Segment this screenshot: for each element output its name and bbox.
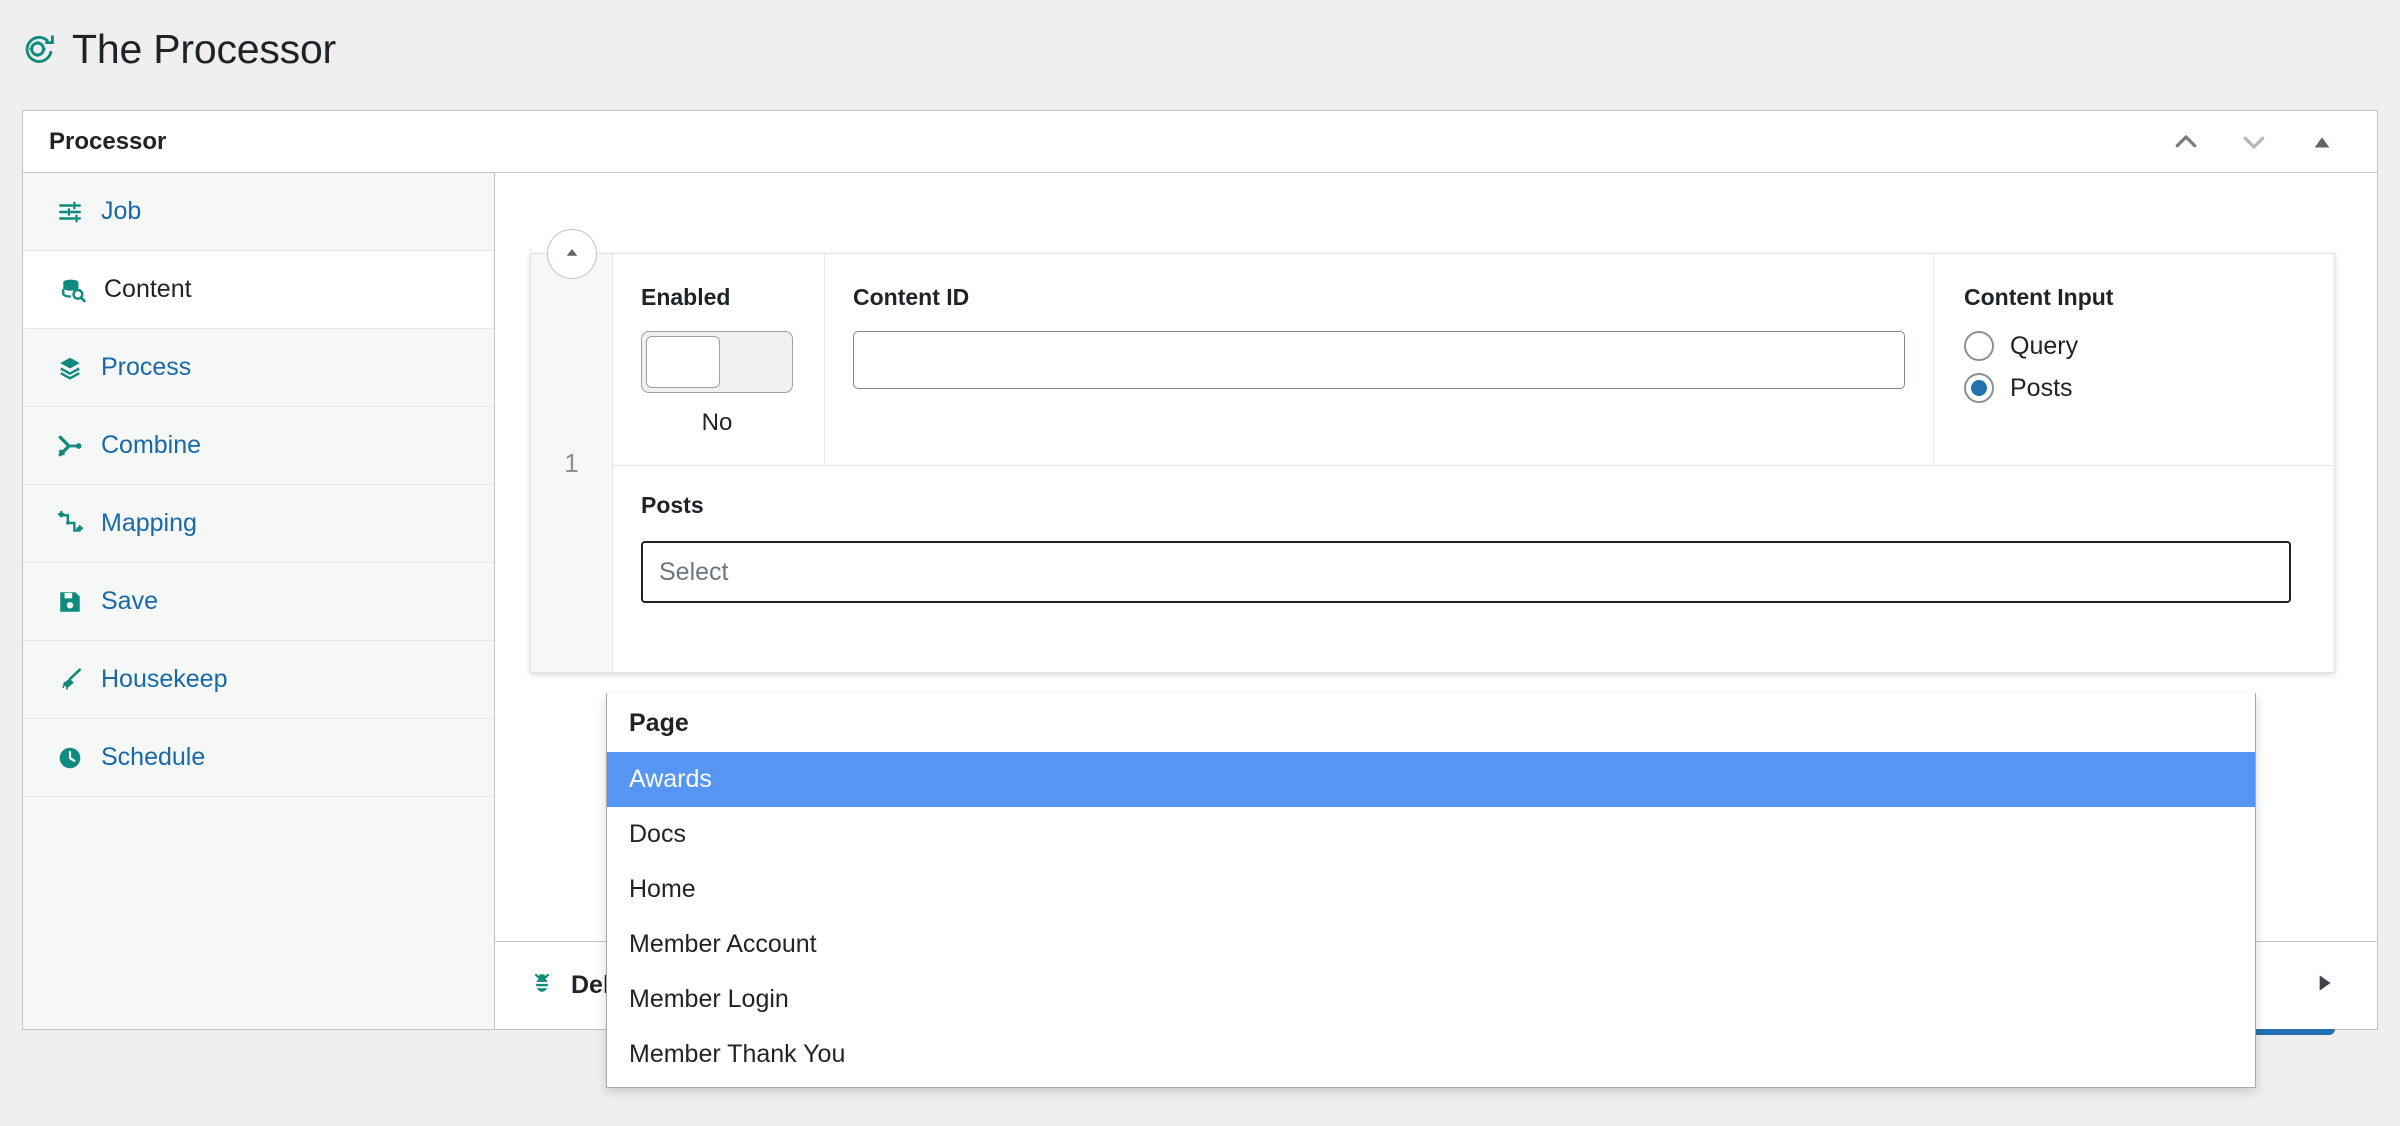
sidebar-item-label: Process xyxy=(101,353,192,381)
sidebar-item-job[interactable]: Job xyxy=(23,173,494,251)
radio-option-query[interactable]: Query xyxy=(1964,331,2306,361)
floppy-icon xyxy=(57,589,83,615)
row-collapse-button[interactable] xyxy=(546,229,597,279)
sidebar-item-mapping[interactable]: Mapping xyxy=(23,485,494,563)
panel-title: Processor xyxy=(49,127,167,155)
sidebar-item-process[interactable]: Process xyxy=(23,329,494,407)
merge-icon xyxy=(57,433,83,459)
radio-circle-selected xyxy=(1964,373,1994,403)
sidebar-item-label: Mapping xyxy=(101,509,197,537)
dropdown-option-docs[interactable]: Docs xyxy=(607,807,2255,862)
enabled-state-text: No xyxy=(701,409,733,436)
triangle-up-icon xyxy=(563,243,581,266)
database-search-icon xyxy=(60,277,86,303)
content-row-card: 1 Enabled No Content ID Content Input Qu… xyxy=(530,229,2335,673)
posts-select-input[interactable] xyxy=(641,541,2291,603)
posts-dropdown-list[interactable]: Page Awards Docs Home Member Account Mem… xyxy=(606,693,2256,1088)
content-input-label: Content Input xyxy=(1964,284,2114,310)
row-number: 1 xyxy=(564,447,579,478)
sliders-icon xyxy=(57,199,83,225)
dropdown-option-member-account[interactable]: Member Account xyxy=(607,917,2255,972)
content-id-field: Content ID xyxy=(825,254,1934,465)
layers-icon xyxy=(57,355,83,381)
sidebar-item-housekeep[interactable]: Housekeep xyxy=(23,641,494,719)
dropdown-option-home[interactable]: Home xyxy=(607,862,2255,917)
debug-toggle-button[interactable] xyxy=(2311,970,2343,1001)
toggle-panel-icon[interactable] xyxy=(2305,125,2339,159)
sidebar-item-label: Job xyxy=(101,197,142,225)
radio-circle xyxy=(1964,331,1994,361)
content-input-field: Content Input Query Posts xyxy=(1934,254,2334,465)
sidebar-spacer xyxy=(23,797,494,1027)
panel-header: Processor xyxy=(23,111,2377,173)
bug-icon xyxy=(529,970,555,1001)
posts-label: Posts xyxy=(641,492,704,518)
posts-field: Posts xyxy=(613,466,2334,643)
radio-label: Query xyxy=(2010,331,2079,360)
sidebar: Job Content Process Combine Mapping Save… xyxy=(23,173,495,1029)
row-fields: Enabled No Content ID Content Input Quer… xyxy=(613,254,2334,672)
posts-combobox xyxy=(641,541,2291,603)
sidebar-item-label: Combine xyxy=(101,431,202,459)
sidebar-item-schedule[interactable]: Schedule xyxy=(23,719,494,797)
row-fields-top: Enabled No Content ID Content Input Quer… xyxy=(613,254,2334,466)
sidebar-item-label: Save xyxy=(101,587,158,615)
dropdown-option-member-thank-you[interactable]: Member Thank You xyxy=(607,1027,2255,1082)
dropdown-option-member-login[interactable]: Member Login xyxy=(607,972,2255,1027)
radio-option-posts[interactable]: Posts xyxy=(1964,373,2306,403)
broom-icon xyxy=(57,667,83,693)
sidebar-item-content[interactable]: Content xyxy=(23,251,494,329)
expand-down-icon[interactable] xyxy=(2237,125,2271,159)
sidebar-item-label: Schedule xyxy=(101,743,206,771)
dropdown-group-label: Page xyxy=(629,709,689,737)
panel-header-tools xyxy=(2169,125,2351,159)
collapse-up-icon[interactable] xyxy=(2169,125,2203,159)
enabled-field: Enabled No xyxy=(613,254,825,465)
sidebar-item-save[interactable]: Save xyxy=(23,563,494,641)
enabled-label: Enabled xyxy=(641,284,731,310)
page-header: The Processor xyxy=(0,0,2400,80)
gear-refresh-icon xyxy=(22,32,56,66)
sidebar-item-label: Content xyxy=(104,275,192,303)
sidebar-item-combine[interactable]: Combine xyxy=(23,407,494,485)
content-id-label: Content ID xyxy=(853,284,970,310)
clock-icon xyxy=(57,745,83,771)
radio-label: Posts xyxy=(2010,373,2073,402)
enabled-toggle[interactable] xyxy=(641,331,793,393)
row-gutter: 1 xyxy=(531,229,613,672)
dropdown-option-awards[interactable]: Awards xyxy=(607,752,2255,807)
mapping-icon xyxy=(57,510,83,537)
sidebar-item-label: Housekeep xyxy=(101,665,228,693)
page-title: The Processor xyxy=(72,25,337,72)
toggle-knob xyxy=(646,336,720,388)
content-id-input[interactable] xyxy=(853,331,1905,389)
